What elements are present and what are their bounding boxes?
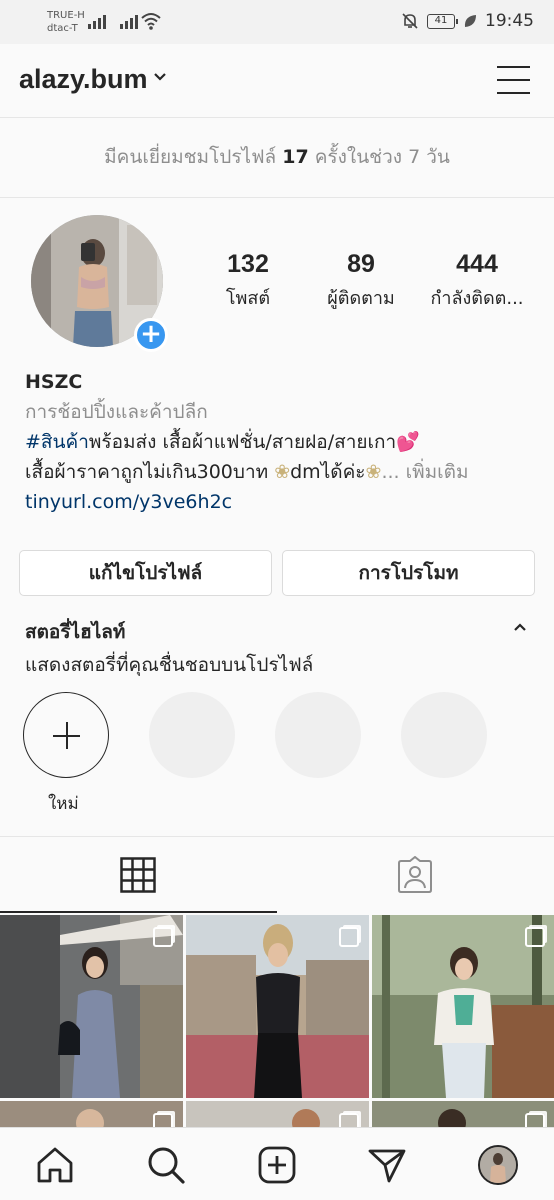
new-highlight-label: ใหม่ [48,794,79,814]
profile-visits-banner[interactable]: มีคนเยี่ยมชมโปรไฟล์ 17 ครั้งในช่วง 7 วัน [0,118,554,198]
hashtag-link[interactable]: #สินค้า [25,431,89,453]
profile-category: การช้อปปิ้งและค้าปลีก [25,401,208,423]
profile-avatar-tab[interactable] [478,1145,518,1185]
following-label: กำลังติดต... [430,288,524,309]
highlights-title: สตอรี่ไฮไลท์ [25,621,126,643]
carrier-labels: TRUE-H dtac-T [47,9,85,35]
add-story-button[interactable]: + [134,318,168,352]
home-icon[interactable] [35,1145,75,1185]
chevron-up-icon[interactable] [513,622,527,632]
carousel-icon [339,927,359,947]
stat-following[interactable]: 444 กำลังติดต... [422,250,532,312]
post-thumbnail[interactable] [372,1101,554,1127]
bottom-nav [0,1127,554,1200]
username[interactable]: alazy.bum [19,64,148,95]
search-icon[interactable] [146,1145,186,1185]
flower-icon: ❀ [274,461,291,483]
following-count: 444 [456,250,498,278]
visits-count: 17 [282,146,309,168]
bio-dm-text: dmได้ค่ะ [290,461,366,483]
visits-prefix: มีคนเยี่ยมชมโปรไฟล์ [104,146,283,168]
carrier-1: TRUE-H [47,10,85,21]
mute-bell-icon [402,13,418,29]
post-thumbnail[interactable] [0,1101,183,1127]
more-link[interactable]: ... เพิ่มเติม [381,461,468,483]
carousel-icon [153,927,173,947]
signal-icon [120,13,138,29]
signal-icon [88,13,106,29]
post-thumbnail[interactable] [0,915,183,1098]
post-thumbnail[interactable] [186,1101,369,1127]
clock: 19:45 [485,11,534,31]
followers-count: 89 [347,250,375,278]
leaf-icon [464,15,476,27]
bio-url-link[interactable]: tinyurl.com/y3ve6h2c [25,487,535,517]
status-bar: TRUE-H dtac-T 41 19:45 [0,0,554,44]
bio: HSZC การช้อปปิ้งและค้าปลีก #สินค้าพร้อมส… [25,367,535,517]
highlight-placeholder [401,692,487,778]
highlights-subtitle: แสดงสตอรี่ที่คุณชื่นชอบบนโปรไฟล์ [25,654,314,676]
visits-suffix: ครั้งในช่วง 7 วัน [308,146,450,168]
bio-line-1: #สินค้าพร้อมส่ง เสื้อผ้าแฟชั่น/สายฝอ/สาย… [25,427,535,457]
posts-count: 132 [227,250,269,278]
menu-icon[interactable] [497,66,530,94]
bio-line-1-text: พร้อมส่ง เสื้อผ้าแฟชั่น/สายฝอ/สายเกา [88,431,397,453]
direct-message-icon[interactable] [367,1145,407,1185]
tagged-person-icon [398,856,432,893]
hearts-emoji: 💕 [396,431,420,453]
profile-header: alazy.bum [0,44,554,118]
stat-followers[interactable]: 89 ผู้ติดตาม [312,250,410,312]
promote-button[interactable]: การโปรโมท [282,550,535,596]
wifi-icon [141,13,161,30]
flower-icon: ❀ [365,461,382,483]
edit-profile-button[interactable]: แก้ไขโปรไฟล์ [19,550,272,596]
chevron-down-icon[interactable] [153,72,167,82]
carousel-icon [525,927,545,947]
carrier-2: dtac-T [47,23,78,34]
bio-line-2-text: เสื้อผ้าราคาถูกไม่เกิน300บาท [25,461,275,483]
grid-icon [120,857,156,893]
profile-name: HSZC [25,371,83,393]
tab-tagged[interactable] [277,837,554,913]
new-highlight-button[interactable] [23,692,109,778]
highlight-placeholder [275,692,361,778]
tab-grid[interactable] [0,837,277,913]
posts-label: โพสต์ [225,288,271,309]
followers-label: ผู้ติดตาม [327,288,395,309]
bio-line-2: เสื้อผ้าราคาถูกไม่เกิน300บาท ❀dmได้ค่ะ❀.… [25,457,535,487]
carousel-icon [153,1113,173,1127]
stat-posts[interactable]: 132 โพสต์ [208,250,288,312]
carousel-icon [525,1113,545,1127]
new-post-icon[interactable] [257,1145,297,1185]
post-thumbnail[interactable] [186,915,369,1098]
carousel-icon [339,1113,359,1127]
profile-tabs [0,836,554,913]
post-thumbnail[interactable] [372,915,554,1098]
posts-grid [0,915,554,1127]
battery-icon: 41 [427,13,458,29]
highlight-placeholder [149,692,235,778]
